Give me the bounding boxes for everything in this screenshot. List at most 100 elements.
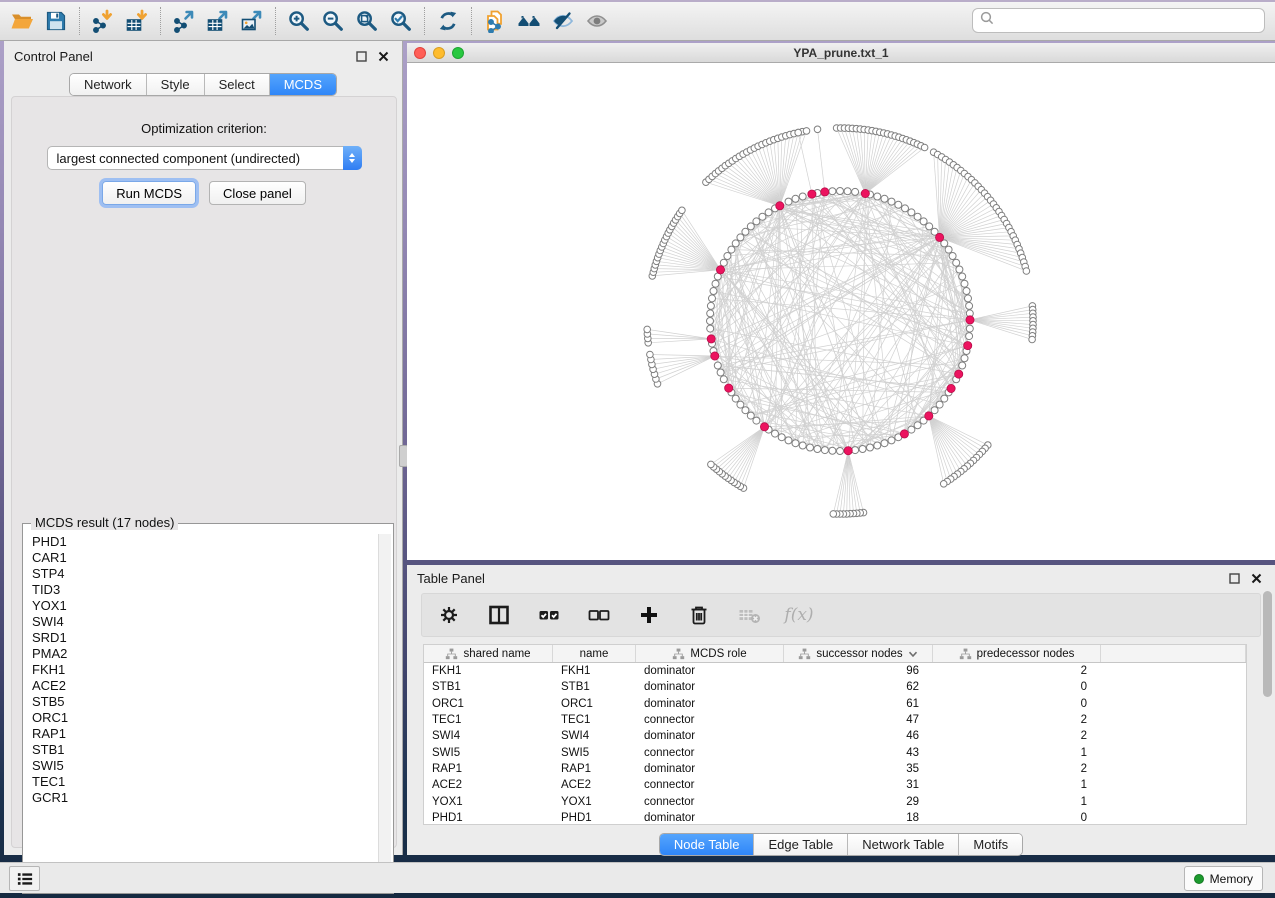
column-header-name[interactable]: name bbox=[553, 645, 636, 662]
cell-predecessor-nodes: 2 bbox=[933, 665, 1101, 677]
save-session-icon bbox=[44, 9, 68, 33]
run-mcds-button[interactable]: Run MCDS bbox=[102, 181, 196, 205]
close-panel-button[interactable] bbox=[374, 47, 392, 65]
deselect-all-button[interactable] bbox=[586, 602, 612, 628]
table-row[interactable]: RAP1 RAP1 dominator 35 2 bbox=[424, 761, 1246, 777]
cell-name: PHD1 bbox=[553, 812, 636, 824]
tab-mcds[interactable]: MCDS bbox=[270, 74, 336, 95]
export-table-button[interactable] bbox=[201, 5, 235, 37]
table-float-button[interactable] bbox=[1225, 569, 1243, 587]
table-row[interactable]: PHD1 PHD1 dominator 18 0 bbox=[424, 810, 1246, 825]
show-details-button[interactable] bbox=[580, 5, 614, 37]
tab-motifs[interactable]: Motifs bbox=[959, 834, 1022, 855]
zoom-fit-button[interactable] bbox=[350, 5, 384, 37]
tab-node-table[interactable]: Node Table bbox=[660, 834, 755, 855]
hide-details-button[interactable] bbox=[546, 5, 580, 37]
add-entry-button[interactable] bbox=[636, 602, 662, 628]
mcds-result-item[interactable]: FKH1 bbox=[27, 662, 377, 678]
column-header-shared-name[interactable]: shared name bbox=[424, 645, 553, 662]
mcds-result-item[interactable]: GCR1 bbox=[27, 790, 377, 806]
network-canvas[interactable] bbox=[407, 63, 1275, 560]
column-panel-button[interactable] bbox=[486, 602, 512, 628]
mcds-result-list[interactable]: PHD1CAR1STP4TID3YOX1SWI4SRD1PMA2FKH1ACE2… bbox=[27, 534, 377, 889]
zoom-in-button[interactable] bbox=[282, 5, 316, 37]
node-table[interactable]: shared namenameMCDS rolesuccessor nodesp… bbox=[423, 644, 1247, 825]
table-scrollbar-thumb[interactable] bbox=[1263, 591, 1272, 697]
search-input[interactable] bbox=[995, 11, 1264, 31]
refresh-button[interactable] bbox=[431, 5, 465, 37]
cell-predecessor-nodes: 1 bbox=[933, 747, 1101, 759]
network-window-titlebar[interactable]: YPA_prune.txt_1 bbox=[407, 43, 1275, 63]
import-network-button[interactable] bbox=[86, 5, 120, 37]
network-overview-button[interactable] bbox=[512, 5, 546, 37]
toolbar-separator bbox=[275, 7, 276, 35]
mcds-result-item[interactable]: STB5 bbox=[27, 694, 377, 710]
zoom-in-icon bbox=[287, 9, 311, 33]
delete-entry-icon bbox=[687, 603, 711, 627]
tab-network-table[interactable]: Network Table bbox=[848, 834, 959, 855]
mcds-result-item[interactable]: STB1 bbox=[27, 742, 377, 758]
cell-shared-name: TEC1 bbox=[424, 714, 553, 726]
zoom-selected-button[interactable] bbox=[384, 5, 418, 37]
mcds-result-item[interactable]: ORC1 bbox=[27, 710, 377, 726]
search-box[interactable] bbox=[972, 8, 1265, 33]
table-row[interactable]: ACE2 ACE2 connector 31 1 bbox=[424, 777, 1246, 793]
table-row[interactable]: FKH1 FKH1 dominator 96 2 bbox=[424, 663, 1246, 679]
open-file-button[interactable] bbox=[5, 5, 39, 37]
mcds-result-item[interactable]: SWI5 bbox=[27, 758, 377, 774]
zoom-out-button[interactable] bbox=[316, 5, 350, 37]
cell-name: ORC1 bbox=[553, 698, 636, 710]
control-panel-tabs: NetworkStyleSelectMCDS bbox=[4, 73, 402, 96]
mcds-result-item[interactable]: TID3 bbox=[27, 582, 377, 598]
delete-entry-button[interactable] bbox=[686, 602, 712, 628]
table-row[interactable]: ORC1 ORC1 dominator 61 0 bbox=[424, 696, 1246, 712]
cell-predecessor-nodes: 2 bbox=[933, 730, 1101, 742]
select-all-button[interactable] bbox=[536, 602, 562, 628]
mcds-result-item[interactable]: TEC1 bbox=[27, 774, 377, 790]
mcds-result-item[interactable]: CAR1 bbox=[27, 550, 377, 566]
table-row[interactable]: TEC1 TEC1 connector 47 2 bbox=[424, 712, 1246, 728]
mcds-result-item[interactable]: ACE2 bbox=[27, 678, 377, 694]
tab-network[interactable]: Network bbox=[70, 74, 147, 95]
cell-name: YOX1 bbox=[553, 796, 636, 808]
mcds-result-item[interactable]: STP4 bbox=[27, 566, 377, 582]
column-header-predecessor-nodes[interactable]: predecessor nodes bbox=[933, 645, 1101, 662]
mcds-result-item[interactable]: PMA2 bbox=[27, 646, 377, 662]
column-header-MCDS-role[interactable]: MCDS role bbox=[636, 645, 784, 662]
column-header-successor-nodes[interactable]: successor nodes bbox=[784, 645, 933, 662]
table-tabs: Node TableEdge TableNetwork TableMotifs bbox=[407, 833, 1275, 856]
table-row[interactable]: SWI4 SWI4 dominator 46 2 bbox=[424, 728, 1246, 744]
cell-mcds-role: dominator bbox=[636, 698, 784, 710]
export-network-button[interactable] bbox=[167, 5, 201, 37]
optimization-label: Optimization criterion: bbox=[12, 121, 396, 136]
cell-mcds-role: dominator bbox=[636, 681, 784, 693]
cell-predecessor-nodes: 2 bbox=[933, 763, 1101, 775]
table-row[interactable]: YOX1 YOX1 connector 29 1 bbox=[424, 793, 1246, 809]
table-row[interactable]: STB1 STB1 dominator 62 0 bbox=[424, 679, 1246, 695]
float-panel-button[interactable] bbox=[352, 47, 370, 65]
save-session-button[interactable] bbox=[39, 5, 73, 37]
show-panels-button[interactable] bbox=[9, 866, 40, 891]
toolbar-separator bbox=[471, 7, 472, 35]
mcds-result-item[interactable]: YOX1 bbox=[27, 598, 377, 614]
memory-button[interactable]: Memory bbox=[1184, 866, 1263, 891]
hide-details-icon bbox=[551, 9, 575, 33]
node-table-header: shared namenameMCDS rolesuccessor nodesp… bbox=[424, 645, 1246, 663]
tab-edge-table[interactable]: Edge Table bbox=[754, 834, 848, 855]
duplicate-network-button[interactable] bbox=[478, 5, 512, 37]
mcds-result-scrollbar[interactable] bbox=[378, 534, 391, 891]
mcds-result-item[interactable]: SWI4 bbox=[27, 614, 377, 630]
tab-select[interactable]: Select bbox=[205, 74, 270, 95]
table-close-button[interactable] bbox=[1247, 569, 1265, 587]
export-image-button[interactable] bbox=[235, 5, 269, 37]
table-settings-button[interactable] bbox=[436, 602, 462, 628]
export-table-icon bbox=[206, 9, 230, 33]
tab-style[interactable]: Style bbox=[147, 74, 205, 95]
mcds-result-item[interactable]: SRD1 bbox=[27, 630, 377, 646]
mcds-result-item[interactable]: RAP1 bbox=[27, 726, 377, 742]
close-panel-button-2[interactable]: Close panel bbox=[209, 181, 306, 205]
mcds-result-item[interactable]: PHD1 bbox=[27, 534, 377, 550]
optimization-dropdown[interactable]: largest connected component (undirected) bbox=[47, 146, 362, 170]
import-table-button[interactable] bbox=[120, 5, 154, 37]
table-row[interactable]: SWI5 SWI5 connector 43 1 bbox=[424, 744, 1246, 760]
